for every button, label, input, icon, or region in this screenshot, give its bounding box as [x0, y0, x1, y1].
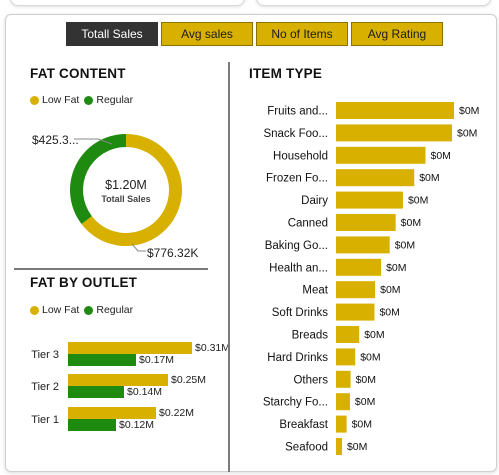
item-type-tick-label: Dairy	[301, 195, 328, 207]
item-type-tick-label: Hard Drinks	[267, 352, 328, 364]
item-type-tick-label: Health an...	[269, 262, 328, 274]
item-type-title: ITEM TYPE	[249, 66, 323, 81]
item-type-bar[interactable]	[336, 191, 403, 209]
item-type-data-label: $0M	[355, 396, 375, 408]
item-type-tick-label: Canned	[288, 218, 328, 230]
low-fat-swatch-icon	[30, 95, 39, 105]
item-type-tick-label: Baking Go...	[265, 240, 328, 252]
outlet-tick-label: Tier 2	[31, 381, 59, 393]
item-type-bar[interactable]	[336, 438, 342, 455]
item-type-data-label: $0M	[380, 284, 400, 296]
legend-item-regular[interactable]: Regular	[84, 304, 133, 316]
fat-content-donut-chart[interactable]: $1.20M Totall Sales $425.3... $776.32K	[14, 120, 228, 270]
item-type-bar[interactable]	[336, 281, 376, 299]
item-type-data-label: $0M	[457, 127, 477, 139]
item-type-tick-label: Frozen Fo...	[266, 173, 328, 185]
item-type-data-label: $0M	[408, 195, 428, 207]
tab-total-sales[interactable]: Totall Sales	[66, 22, 158, 46]
outlet-tick-label: Tier 3	[31, 349, 59, 361]
item-type-data-label: $0M	[430, 150, 450, 162]
item-type-bar[interactable]	[336, 415, 347, 433]
item-type-tick-label: Household	[273, 150, 328, 162]
item-type-bar[interactable]	[336, 326, 360, 343]
donut-center-label: Totall Sales	[101, 194, 150, 204]
outlet-data-label: $0.31M	[195, 342, 228, 354]
item-type-bar[interactable]	[336, 348, 356, 366]
legend-label: Low Fat	[42, 94, 80, 106]
fat-by-outlet-legend: Low Fat Regular	[30, 304, 138, 316]
item-type-bar[interactable]	[336, 370, 351, 388]
item-type-data-label: $0M	[347, 441, 367, 453]
outlet-bar-low-fat[interactable]	[68, 374, 168, 386]
item-type-tick-label: Breakfast	[279, 419, 328, 431]
item-type-data-label: $0M	[364, 329, 384, 341]
item-type-bar[interactable]	[336, 169, 415, 187]
item-type-bar[interactable]	[336, 236, 390, 254]
item-type-tick-label: Soft Drinks	[272, 307, 328, 319]
item-type-data-label: $0M	[352, 419, 372, 431]
item-type-data-label: $0M	[356, 374, 376, 386]
item-type-data-label: $0M	[401, 217, 421, 229]
item-type-bar[interactable]	[336, 102, 454, 119]
item-type-data-label: $0M	[395, 239, 415, 251]
item-type-tick-label: Meat	[302, 285, 328, 297]
regular-swatch-icon	[84, 305, 94, 315]
outlet-data-label: $0.17M	[139, 354, 174, 366]
legend-item-low-fat[interactable]: Low Fat	[30, 94, 79, 106]
item-type-data-label: $0M	[419, 172, 439, 184]
item-type-data-label: $0M	[360, 351, 380, 363]
outlet-data-label: $0.14M	[127, 386, 162, 398]
low-fat-swatch-icon	[30, 305, 39, 315]
item-type-tick-label: Others	[293, 374, 328, 386]
legend-item-low-fat[interactable]: Low Fat	[30, 304, 79, 316]
item-type-bar[interactable]	[336, 146, 426, 164]
outlet-tick-label: Tier 1	[31, 414, 59, 426]
item-type-bar[interactable]	[336, 258, 382, 276]
tab-avg-rating[interactable]: Avg Rating	[351, 22, 443, 46]
outlet-bar-low-fat[interactable]	[68, 407, 156, 419]
legend-label: Regular	[96, 304, 134, 316]
tab-no-of-items[interactable]: No of Items	[256, 22, 348, 46]
fat-by-outlet-title: FAT BY OUTLET	[30, 275, 138, 290]
item-type-tick-label: Snack Foo...	[263, 128, 328, 140]
donut-center-value: $1.20M	[105, 178, 147, 192]
legend-label: Low Fat	[42, 304, 80, 316]
top-card-left	[10, 0, 245, 6]
item-type-bar[interactable]	[336, 124, 453, 142]
section-divider-vertical	[228, 62, 230, 472]
metric-tabs: Totall Sales Avg sales No of Items Avg R…	[66, 22, 443, 46]
item-type-bar[interactable]	[336, 393, 350, 411]
outlet-bar-regular[interactable]	[68, 354, 136, 366]
outlet-data-label: $0.12M	[119, 419, 154, 431]
item-type-data-label: $0M	[386, 262, 406, 274]
outlet-bar-regular[interactable]	[68, 386, 124, 398]
item-type-bar[interactable]	[336, 214, 396, 231]
item-type-tick-label: Starchy Fo...	[263, 397, 328, 409]
legend-item-regular[interactable]: Regular	[84, 94, 133, 106]
item-type-tick-label: Seafood	[285, 442, 328, 454]
top-card-right	[256, 0, 491, 6]
tab-avg-sales[interactable]: Avg sales	[161, 22, 253, 46]
outlet-bar-low-fat[interactable]	[68, 342, 192, 354]
donut-label-regular: $425.3...	[32, 133, 79, 147]
item-type-tick-label: Breads	[292, 330, 329, 342]
item-type-data-label: $0M	[459, 105, 479, 117]
legend-label: Regular	[96, 94, 134, 106]
fat-content-legend: Low Fat Regular	[30, 94, 138, 106]
outlet-data-label: $0.22M	[159, 407, 194, 419]
item-type-bar-chart[interactable]: Fruits and... $0M Snack Foo... $0M Household…	[234, 96, 494, 464]
item-type-data-label: $0M	[379, 307, 399, 319]
section-divider	[14, 268, 208, 270]
item-type-bar[interactable]	[336, 303, 375, 321]
outlet-bar-regular[interactable]	[68, 419, 116, 431]
item-type-tick-label: Fruits and...	[267, 106, 328, 118]
donut-label-low-fat: $776.32K	[147, 246, 198, 260]
fat-content-title: FAT CONTENT	[30, 66, 126, 81]
regular-swatch-icon	[84, 95, 94, 105]
outlet-data-label: $0.25M	[171, 374, 206, 386]
fat-by-outlet-bar-chart[interactable]: Tier 3 $0.31M $0.17M Tier 2 $0.25M $0.14M Tier…	[14, 332, 228, 442]
